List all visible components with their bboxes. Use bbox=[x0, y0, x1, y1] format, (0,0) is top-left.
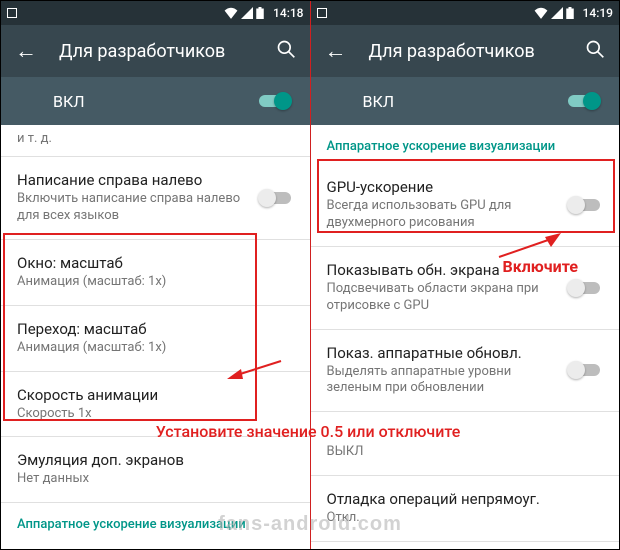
etc-text: и т. д. bbox=[1, 125, 310, 157]
setting-title: Показ. аппаратные обновл. bbox=[327, 344, 604, 362]
status-time: 14:18 bbox=[273, 6, 303, 20]
wifi-icon bbox=[534, 7, 548, 19]
signal-icon bbox=[551, 7, 563, 19]
setting-title: Отладка операций непрямоуг. bbox=[327, 490, 604, 508]
battery-icon bbox=[256, 7, 264, 19]
setting-subtitle: Подсвечивать области экрана при отрисовк… bbox=[327, 281, 604, 315]
setting-title: Окно: масштаб bbox=[17, 254, 294, 272]
setting-subtitle: Нет данных bbox=[17, 471, 294, 488]
setting-subtitle: Откл. bbox=[327, 510, 604, 527]
back-icon[interactable]: ← bbox=[15, 38, 37, 64]
master-toggle-label: ВКЛ bbox=[363, 92, 395, 111]
master-toggle-bar[interactable]: ВКЛ bbox=[1, 77, 310, 125]
search-icon[interactable] bbox=[585, 39, 605, 64]
toggle-hw-updates[interactable] bbox=[567, 360, 603, 380]
toggle-rtl[interactable] bbox=[258, 188, 294, 208]
app-bar: ← Для разработчиков bbox=[1, 25, 310, 77]
setting-animation-speed[interactable]: Скорость анимации Скорость 1x bbox=[1, 372, 310, 438]
setting-hw-updates[interactable]: Показ. аппаратные обновл. Выделять аппар… bbox=[311, 330, 620, 413]
status-bar: 14:19 bbox=[311, 1, 620, 25]
setting-transition-scale[interactable]: Переход: масштаб Анимация (масштаб: 1x) bbox=[1, 306, 310, 372]
setting-subtitle: Включить написание справа налево для все… bbox=[17, 191, 294, 225]
setting-subtitle: ВЫКЛ bbox=[327, 444, 604, 461]
setting-title: GPU-ускорение bbox=[327, 178, 604, 196]
setting-rtl[interactable]: Написание справа налево Включить написан… bbox=[1, 157, 310, 240]
status-icons: 14:19 bbox=[534, 6, 613, 20]
back-icon[interactable]: ← bbox=[325, 38, 347, 64]
master-toggle-label: ВКЛ bbox=[53, 92, 85, 111]
toggle-gpu[interactable] bbox=[567, 195, 603, 215]
search-icon[interactable] bbox=[276, 39, 296, 64]
app-indicator-icon bbox=[317, 8, 327, 18]
page-title: Для разработчиков bbox=[59, 41, 276, 62]
setting-title: Написание справа налево bbox=[17, 171, 294, 189]
phone-left: 14:18 ← Для разработчиков ВКЛ и т. д. На… bbox=[1, 1, 310, 549]
master-toggle[interactable] bbox=[565, 91, 601, 111]
toggle-show-updates[interactable] bbox=[567, 278, 603, 298]
phone-right: 14:19 ← Для разработчиков ВКЛ Аппаратное… bbox=[311, 1, 620, 549]
master-toggle[interactable] bbox=[256, 91, 292, 111]
master-toggle-bar[interactable]: ВКЛ bbox=[311, 77, 620, 125]
setting-title: Эмуляция доп. экранов bbox=[17, 451, 294, 469]
setting-nonrect-clip[interactable]: Отладка операций непрямоуг. Откл. bbox=[311, 476, 620, 542]
status-time: 14:19 bbox=[583, 6, 613, 20]
status-icons: 14:18 bbox=[224, 6, 303, 20]
setting-show-updates[interactable]: Показывать обн. экрана Подсвечивать обла… bbox=[311, 247, 620, 330]
wifi-icon bbox=[224, 7, 238, 19]
page-title: Для разработчиков bbox=[369, 41, 586, 62]
setting-gpu-accel[interactable]: GPU-ускорение Всегда использовать GPU дл… bbox=[311, 164, 620, 247]
battery-icon bbox=[566, 7, 574, 19]
app-indicator-icon bbox=[7, 8, 17, 18]
signal-icon bbox=[241, 7, 253, 19]
setting-title: Скорость анимации bbox=[17, 386, 294, 404]
setting-title: Показывать обн. экрана bbox=[327, 261, 604, 279]
setting-subtitle: Анимация (масштаб: 1x) bbox=[17, 274, 294, 291]
setting-title: Переход: масштаб bbox=[17, 320, 294, 338]
setting-emulate-screens[interactable]: Эмуляция доп. экранов Нет данных bbox=[1, 437, 310, 503]
setting-overdraw[interactable]: ВЫКЛ bbox=[311, 412, 620, 476]
setting-subtitle: Скорость 1x bbox=[17, 406, 294, 423]
setting-subtitle: Анимация (масштаб: 1x) bbox=[17, 340, 294, 357]
section-header-hw: Аппаратное ускорение визуализации bbox=[1, 503, 310, 542]
setting-subtitle: Выделять аппаратные уровни зеленым при о… bbox=[327, 364, 604, 398]
app-bar: ← Для разработчиков bbox=[311, 25, 620, 77]
setting-window-scale[interactable]: Окно: масштаб Анимация (масштаб: 1x) bbox=[1, 240, 310, 306]
setting-subtitle: Всегда использовать GPU для двухмерного … bbox=[327, 198, 604, 232]
section-header-hw: Аппаратное ускорение визуализации bbox=[311, 125, 620, 164]
status-bar: 14:18 bbox=[1, 1, 310, 25]
